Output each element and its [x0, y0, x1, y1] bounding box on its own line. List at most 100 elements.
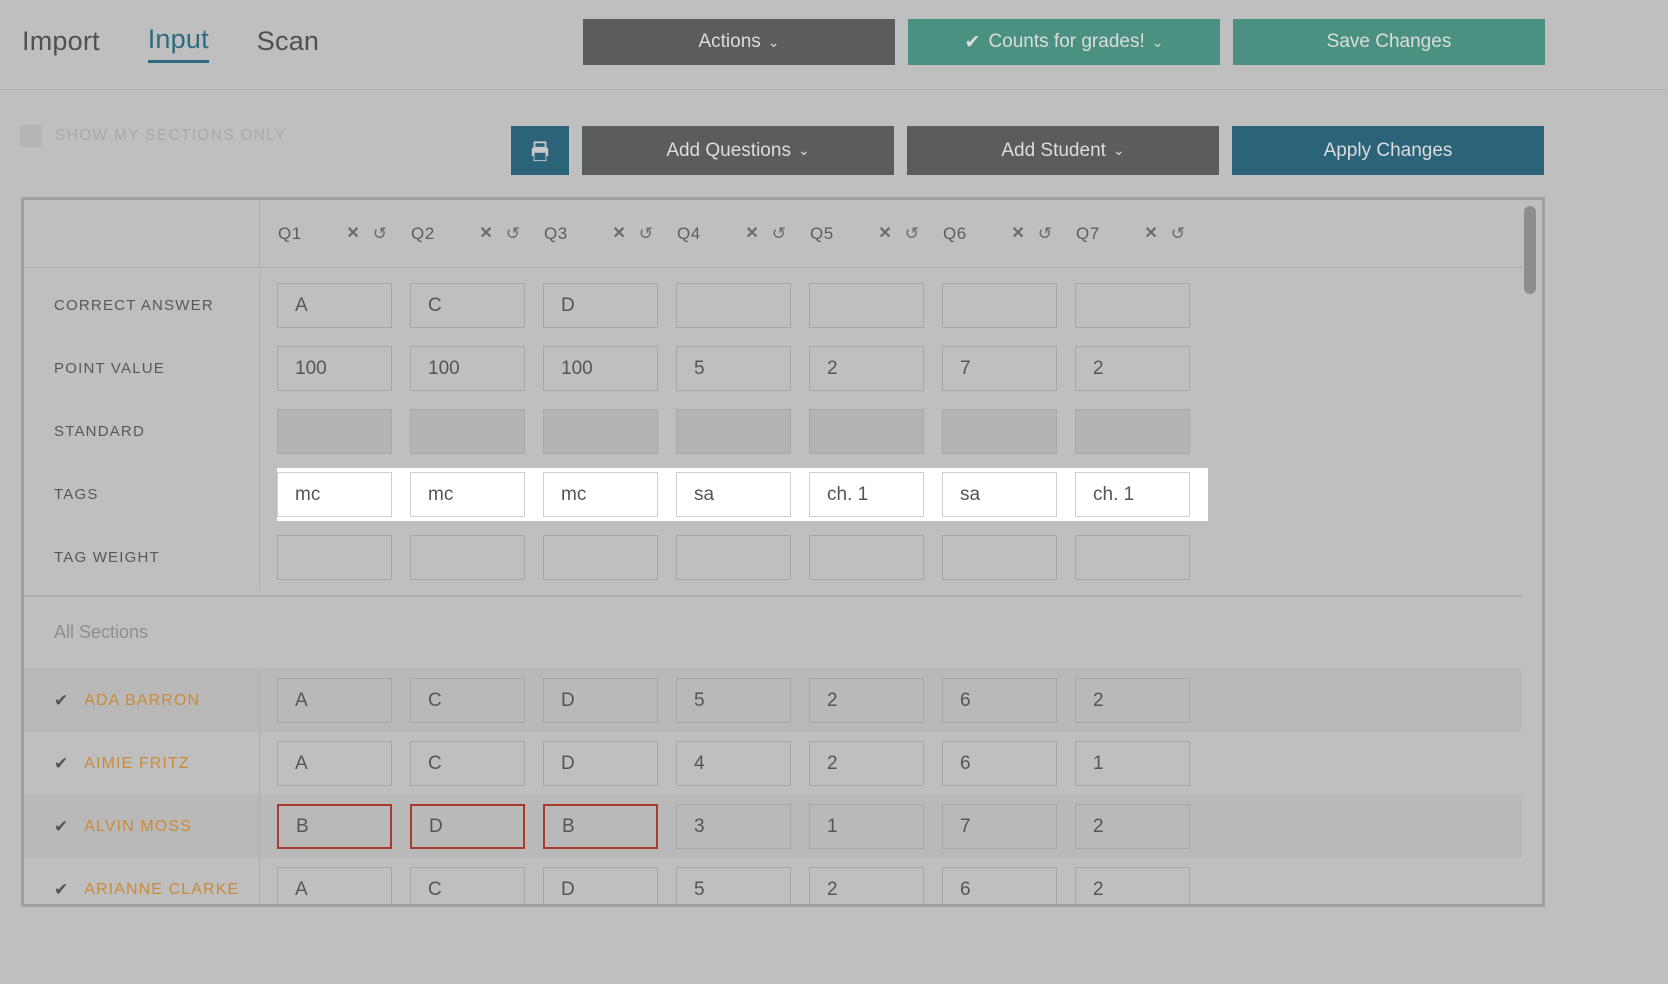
meta-input-cell[interactable]	[676, 283, 791, 328]
meta-input-cell[interactable]: mc	[410, 472, 525, 517]
meta-input-cell[interactable]: D	[543, 283, 658, 328]
delete-question-icon[interactable]: ✕	[346, 226, 359, 242]
reset-question-icon[interactable]: ↺	[506, 225, 520, 242]
reset-question-icon[interactable]: ↺	[639, 225, 653, 242]
student-answer-cell[interactable]: 5	[676, 867, 791, 907]
student-answer-cell[interactable]: 6	[942, 741, 1057, 786]
student-answer-cell[interactable]: D	[543, 741, 658, 786]
student-answer-cell[interactable]: 2	[809, 867, 924, 907]
student-answer-cell[interactable]: 2	[1075, 867, 1190, 907]
reset-question-icon[interactable]: ↺	[772, 225, 786, 242]
student-check-icon[interactable]: ✔	[54, 754, 68, 774]
meta-input-cell[interactable]: 100	[543, 346, 658, 391]
meta-input-cell[interactable]: ch. 1	[809, 472, 924, 517]
student-answer-cell[interactable]: 1	[1075, 741, 1190, 786]
meta-input-cell[interactable]: 7	[942, 346, 1057, 391]
student-check-icon[interactable]: ✔	[54, 880, 68, 900]
student-check-icon[interactable]: ✔	[54, 817, 68, 837]
reset-question-icon[interactable]: ↺	[1038, 225, 1052, 242]
vertical-scrollbar[interactable]	[1524, 206, 1536, 896]
meta-input-cell[interactable]	[277, 535, 392, 580]
show-my-sections-only-toggle[interactable]: SHOW MY SECTIONS ONLY	[20, 125, 287, 147]
reset-question-icon[interactable]: ↺	[1171, 225, 1185, 242]
add-student-button[interactable]: Add Student ⌄	[907, 126, 1219, 175]
student-name-link[interactable]: AIMIE FRITZ	[84, 755, 189, 773]
save-changes-button[interactable]: Save Changes	[1233, 19, 1545, 65]
meta-input-cell[interactable]	[942, 535, 1057, 580]
student-name-link[interactable]: ADA BARRON	[84, 692, 200, 710]
delete-question-icon[interactable]: ✕	[745, 226, 758, 242]
counts-for-grades-button[interactable]: ✔ Counts for grades! ⌄	[908, 19, 1220, 65]
actions-button[interactable]: Actions ⌄	[583, 19, 895, 65]
meta-input-cell[interactable]	[809, 535, 924, 580]
meta-input-cell[interactable]: sa	[676, 472, 791, 517]
student-answer-cell[interactable]: A	[277, 867, 392, 907]
delete-question-icon[interactable]: ✕	[1011, 226, 1024, 242]
delete-question-icon[interactable]: ✕	[1144, 226, 1157, 242]
meta-input-cell[interactable]	[410, 535, 525, 580]
meta-input-cell[interactable]: 5	[676, 346, 791, 391]
student-row-list: ✔ADA BARRONACD5262✔AIMIE FRITZACD4261✔AL…	[24, 669, 1522, 907]
delete-question-icon[interactable]: ✕	[878, 226, 891, 242]
student-answer-wrapper: 5	[676, 867, 809, 907]
add-questions-button[interactable]: Add Questions ⌄	[582, 126, 894, 175]
student-answer-cell-incorrect[interactable]: B	[277, 804, 392, 849]
meta-input-cell[interactable]: 100	[410, 346, 525, 391]
apply-changes-button[interactable]: Apply Changes	[1232, 126, 1544, 175]
reset-question-icon[interactable]: ↺	[373, 225, 387, 242]
meta-input-cell[interactable]: sa	[942, 472, 1057, 517]
student-answer-cell[interactable]: 6	[942, 678, 1057, 723]
student-answer-cell[interactable]: 5	[676, 678, 791, 723]
delete-question-icon[interactable]: ✕	[612, 226, 625, 242]
question-label: Q7	[1076, 224, 1100, 244]
meta-input-cell[interactable]	[676, 535, 791, 580]
student-answer-cell[interactable]: D	[543, 867, 658, 907]
meta-input-cell[interactable]: mc	[543, 472, 658, 517]
meta-input-cell[interactable]: ch. 1	[1075, 472, 1190, 517]
meta-input-cell[interactable]: 2	[809, 346, 924, 391]
student-answer-cell[interactable]: A	[277, 741, 392, 786]
student-answer-cell-incorrect[interactable]: D	[410, 804, 525, 849]
student-answer-cell[interactable]: C	[410, 867, 525, 907]
student-answer-cell[interactable]: 3	[676, 804, 791, 849]
student-check-icon[interactable]: ✔	[54, 691, 68, 711]
meta-input-cell[interactable]: 100	[277, 346, 392, 391]
student-name-link[interactable]: ARIANNE CLARKE	[84, 881, 239, 899]
meta-input-cell[interactable]	[1075, 283, 1190, 328]
meta-row: POINT VALUE1001001005272	[24, 337, 1522, 400]
meta-cell-band	[260, 409, 1208, 454]
delete-question-icon[interactable]: ✕	[479, 226, 492, 242]
student-answer-cell[interactable]: 2	[809, 741, 924, 786]
tab-import[interactable]: Import	[22, 28, 100, 62]
student-answer-cell[interactable]: 4	[676, 741, 791, 786]
student-answer-cell-incorrect[interactable]: B	[543, 804, 658, 849]
meta-input-cell[interactable]: mc	[277, 472, 392, 517]
student-answer-cell[interactable]: 2	[1075, 678, 1190, 723]
meta-input-cell	[410, 409, 525, 454]
student-answer-cell[interactable]: 6	[942, 867, 1057, 907]
print-button[interactable]	[511, 126, 569, 175]
reset-question-icon[interactable]: ↺	[905, 225, 919, 242]
student-answer-cell[interactable]: C	[410, 741, 525, 786]
student-answer-cell[interactable]: D	[543, 678, 658, 723]
meta-input-cell[interactable]: 2	[1075, 346, 1190, 391]
show-sections-checkbox[interactable]	[20, 125, 42, 147]
meta-input-cell[interactable]	[543, 535, 658, 580]
student-answer-cell[interactable]: A	[277, 678, 392, 723]
vertical-scrollbar-thumb[interactable]	[1524, 206, 1536, 294]
meta-input-cell[interactable]: A	[277, 283, 392, 328]
meta-input-cell[interactable]	[1075, 535, 1190, 580]
student-name-link[interactable]: ALVIN MOSS	[84, 818, 192, 836]
student-answer-cell[interactable]: 1	[809, 804, 924, 849]
tab-scan[interactable]: Scan	[257, 28, 319, 62]
student-answer-cell[interactable]: 2	[809, 678, 924, 723]
meta-input-cell[interactable]: C	[410, 283, 525, 328]
tab-input[interactable]: Input	[148, 26, 209, 63]
meta-input-cell[interactable]	[809, 283, 924, 328]
student-answer-cell[interactable]: 2	[1075, 804, 1190, 849]
student-answer-cell[interactable]: 7	[942, 804, 1057, 849]
meta-input-cell[interactable]	[942, 283, 1057, 328]
meta-cell-wrapper	[543, 409, 676, 454]
student-answer-cell[interactable]: C	[410, 678, 525, 723]
student-answer-list: ACD5262	[260, 678, 1208, 723]
